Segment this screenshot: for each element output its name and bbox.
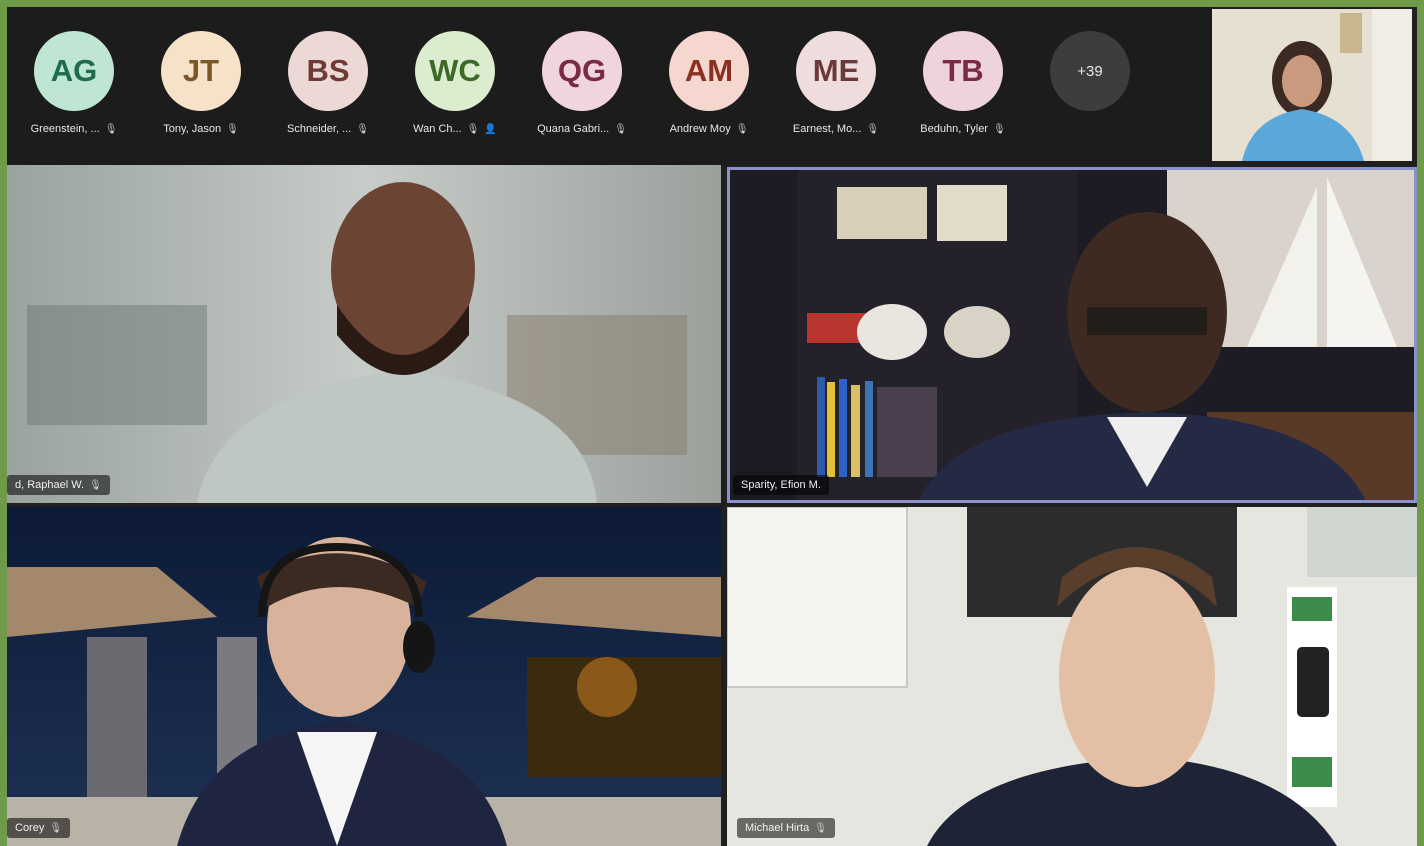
microphone-icon: 🎙 (49, 823, 63, 834)
participant-name: Sparity, Efion M. (741, 479, 821, 491)
participant-video (727, 167, 1417, 503)
participant-name: Greenstein, ... (30, 123, 100, 135)
participant-video (727, 507, 1417, 846)
microphone-icon: 🎙 (866, 124, 880, 135)
participant-strip: AG Greenstein, ... 🎙 JT Tony, Jason 🎙 BS S… (7, 7, 1212, 165)
participant-am[interactable]: AM Andrew Moy 🎙 (649, 31, 769, 151)
participant-tb[interactable]: TB Beduhn, Tyler 🎙 (903, 31, 1023, 151)
video-tile-corey[interactable]: Corey 🎙 (7, 507, 721, 846)
self-view-image (1212, 9, 1412, 161)
participant-name: Andrew Moy (669, 123, 731, 135)
microphone-icon: 🎙 (992, 124, 1006, 135)
participant-name: d, Raphael W. (15, 479, 85, 491)
avatar: JT (161, 31, 241, 111)
microphone-icon: 🎙 (814, 823, 827, 834)
participant-qg[interactable]: QG Quana Gabri... 🎙 (522, 31, 642, 151)
microphone-icon: 🎙 (226, 124, 239, 135)
microphone-icon: 🎙 (104, 124, 118, 135)
participant-name: Michael Hirta (745, 822, 810, 834)
microphone-icon: 🎙 (466, 124, 480, 135)
self-view-video (1212, 9, 1412, 161)
video-tile-raphael[interactable]: d, Raphael W. 🎙 (7, 165, 721, 503)
microphone-icon: 🎙 (735, 124, 749, 135)
video-tile-michael[interactable]: Michael Hirta 🎙 (727, 507, 1417, 846)
participant-ag[interactable]: AG Greenstein, ... 🎙 (14, 31, 134, 151)
avatar: QG (542, 31, 622, 111)
participant-name: Wan Ch... (413, 123, 462, 135)
participant-video (7, 165, 721, 503)
participant-wc[interactable]: WC Wan Ch... 🎙 👤 (395, 31, 515, 151)
avatar: AG (34, 31, 114, 111)
participant-name: Tony, Jason (163, 123, 222, 135)
participant-bs[interactable]: BS Schneider, ... 🎙 (268, 31, 388, 151)
meeting-window: AG Greenstein, ... 🎙 JT Tony, Jason 🎙 BS S… (7, 7, 1417, 846)
microphone-icon: 🎙 (89, 480, 102, 491)
microphone-icon: 🎙 (614, 124, 627, 135)
avatar: TB (923, 31, 1003, 111)
more-participants-button[interactable]: +39 (1050, 31, 1130, 111)
participant-video (7, 507, 721, 846)
participant-me[interactable]: ME Earnest, Mo... 🎙 (776, 31, 896, 151)
participant-name: Beduhn, Tyler (920, 123, 988, 135)
participant-name: Corey (15, 822, 45, 834)
avatar: WC (415, 31, 495, 111)
participant-name: Schneider, ... (287, 123, 352, 135)
video-tile-efion[interactable]: Sparity, Efion M. (727, 167, 1417, 503)
person-icon: 👤 (484, 124, 497, 135)
participant-jt[interactable]: JT Tony, Jason 🎙 (141, 31, 261, 151)
avatar: AM (669, 31, 749, 111)
participant-name: Quana Gabri... (537, 123, 610, 135)
avatar: BS (288, 31, 368, 111)
participant-name: Earnest, Mo... (792, 123, 862, 135)
avatar: ME (796, 31, 876, 111)
microphone-icon: 🎙 (356, 124, 369, 135)
